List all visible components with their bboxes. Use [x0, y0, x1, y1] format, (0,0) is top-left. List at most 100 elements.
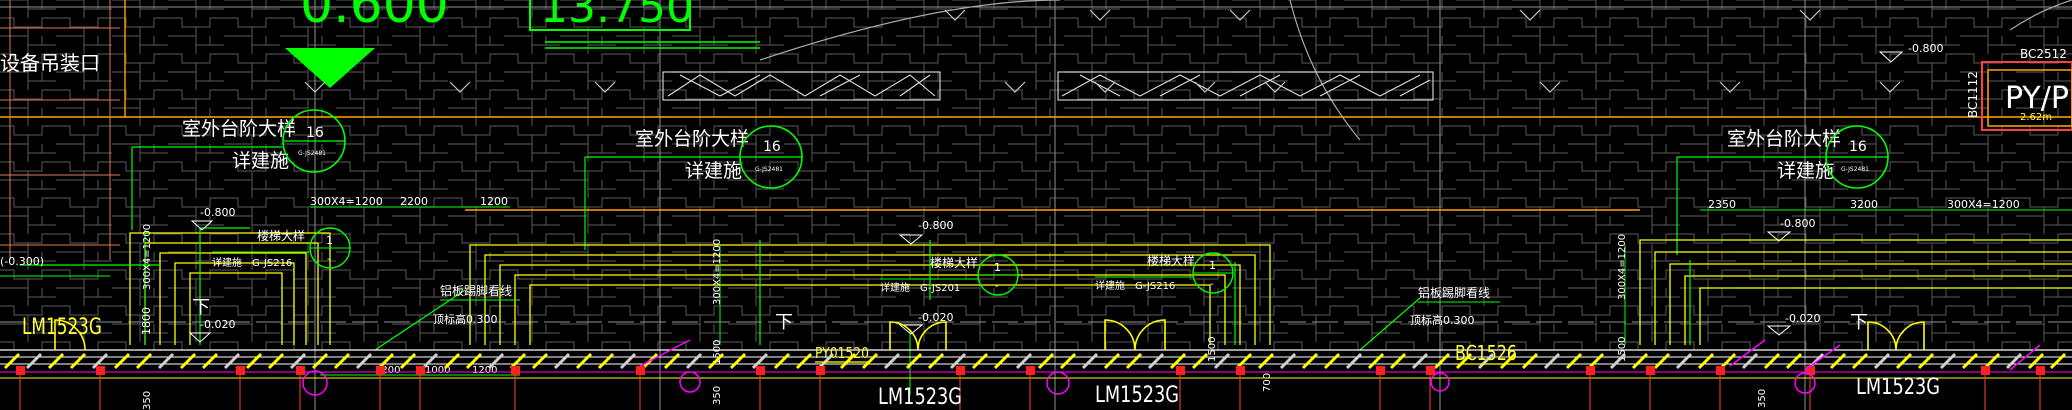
detail-callout-note: 详建施: [1777, 160, 1834, 182]
stair-callout-note: 详建施: [880, 281, 910, 294]
door-tag: LM1523G: [22, 315, 102, 340]
stair-callout-note: 详建施: [1095, 279, 1125, 292]
glazing-tick: [399, 352, 417, 370]
column-marker: [636, 366, 645, 375]
elevation-text: -0.800: [1780, 217, 1815, 230]
glazing-tick: [1895, 352, 1913, 370]
glazing-tick: [1323, 352, 1341, 370]
glazing-tick: [113, 352, 131, 370]
column-marker: [816, 366, 825, 375]
glazing-tick: [1235, 352, 1253, 370]
glazing-tick: [267, 352, 285, 370]
glazing-tick: [1125, 352, 1143, 370]
column-marker: [1716, 366, 1725, 375]
column-marker: [1026, 366, 1035, 375]
glazing-tick: [1697, 352, 1715, 370]
glazing-tick: [443, 352, 461, 370]
detail-sheet: G-JS2481: [298, 150, 326, 157]
stair-sheet: -: [1210, 279, 1214, 290]
tag-text: BC2512: [2020, 47, 2067, 61]
glazing-tick: [1301, 352, 1319, 370]
glazing-tick: [1763, 352, 1781, 370]
glazing-tick: [597, 352, 615, 370]
column-marker: [416, 366, 425, 375]
glazing-tick: [1037, 352, 1055, 370]
elevation-text: -0.020: [918, 311, 953, 324]
column-marker: [1586, 366, 1595, 375]
equipment-hatch-label: 设备吊装口: [0, 51, 100, 75]
door-tag: LM1523G: [1856, 375, 1940, 400]
column-marker: [1176, 366, 1185, 375]
glazing-tick: [619, 352, 637, 370]
dim-text: 300X4=1200: [310, 195, 383, 208]
dim-text: 1800: [140, 307, 153, 335]
glazing-tick: [179, 352, 197, 370]
elevation-text: -0.020: [200, 318, 235, 331]
stair-callout-title: 楼梯大样: [1147, 253, 1195, 268]
column-marker: [756, 366, 765, 375]
dim-text: 350: [1757, 389, 1768, 408]
detail-callout-title: 室外台阶大样: [635, 128, 749, 150]
glazing-tick: [69, 352, 87, 370]
glazing-tick: [927, 352, 945, 370]
skirting-label: 铝板踢脚看线: [440, 283, 512, 298]
stair-callout-ref: G-JS216: [252, 258, 292, 269]
detail-sheet: G-JS2481: [1841, 166, 1869, 173]
dim-text: 350: [142, 391, 153, 410]
column-marker: [96, 366, 105, 375]
glazing-tick: [751, 352, 769, 370]
dim-text: 2200: [400, 195, 428, 208]
elevation-text: -0.020: [1785, 312, 1820, 325]
dim-text: 1200: [472, 365, 497, 376]
glazing-tick: [883, 352, 901, 370]
facade-band: [0, 349, 2072, 379]
column-marker: [376, 366, 385, 375]
glazing-tick: [575, 352, 593, 370]
tag-text: BC1112: [1966, 71, 1980, 118]
column-marker: [296, 366, 305, 375]
column-marker: [956, 366, 965, 375]
door-tag: LM1523G: [1095, 383, 1179, 408]
stair-index: 1: [994, 261, 1001, 274]
glazing-tick: [1631, 352, 1649, 370]
stair-arrow-label: 下: [775, 312, 793, 333]
glazing-tick: [245, 352, 263, 370]
glazing-tick: [971, 352, 989, 370]
dim-text: 300X4=1200: [1947, 198, 2020, 211]
glazing-tick: [47, 352, 65, 370]
elevation-text: -0.800: [918, 219, 953, 232]
stair-callout-title: 楼梯大样: [930, 255, 978, 270]
skirting-label: 铝板踢脚看线: [1418, 285, 1490, 300]
glazing-tick: [1411, 352, 1429, 370]
glazing-tick: [2049, 352, 2067, 370]
glazing-tick: [1983, 352, 2001, 370]
glazing-tick: [905, 352, 923, 370]
column-marker: [236, 366, 245, 375]
glazing-tick: [135, 352, 153, 370]
elevation-text: -0.800: [200, 206, 235, 219]
glazing-tick: [1279, 352, 1297, 370]
stair-sheet: -: [995, 281, 999, 292]
glazing-tick: [1851, 352, 1869, 370]
dim-text: 300X4=1200: [712, 239, 723, 305]
glazing-tick: [531, 352, 549, 370]
tag-text: PY01520: [815, 344, 869, 362]
glazing-tick: [1389, 352, 1407, 370]
elevation-text: (-0.300): [0, 255, 44, 268]
column-marker: [1376, 366, 1385, 375]
glazing-tick: [729, 352, 747, 370]
glazing-tick: [1917, 352, 1935, 370]
stair-index: 1: [326, 234, 333, 247]
elevation-text: -0.800: [1908, 42, 1943, 55]
glazing-tick: [509, 352, 527, 370]
glazing-tick: [1081, 352, 1099, 370]
detail-index: 16: [763, 139, 781, 155]
dim-text: 1200: [480, 195, 508, 208]
glazing-tick: [25, 352, 43, 370]
glazing-tick: [1741, 352, 1759, 370]
dim-text: 1500: [1207, 337, 1218, 362]
detail-callout-note: 详建施: [685, 160, 742, 182]
dim-text: 300X4=1200: [1617, 234, 1628, 300]
detail-callout-title: 室外台阶大样: [1727, 128, 1841, 150]
glazing-tick: [1015, 352, 1033, 370]
